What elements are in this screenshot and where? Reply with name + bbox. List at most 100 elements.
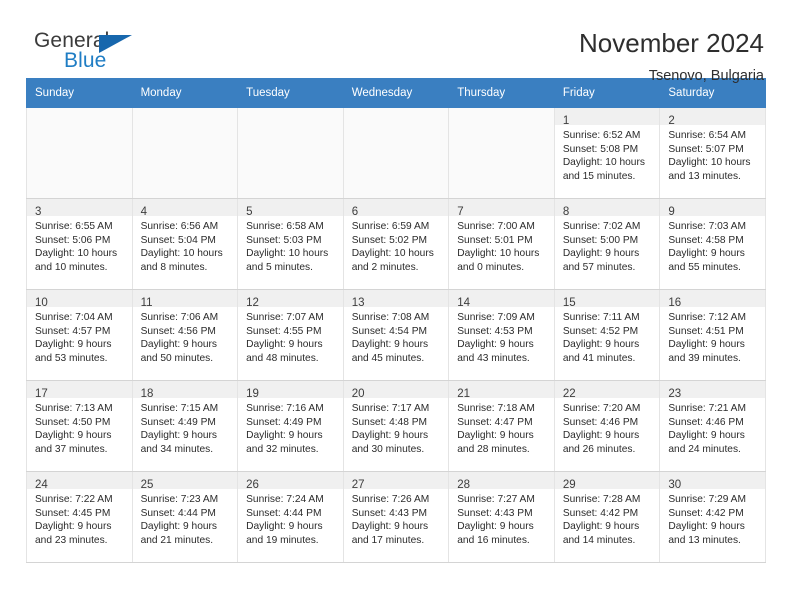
calendar-day-cell[interactable]: 14 Sunrise: 7:09 AM Sunset: 4:53 PM Dayligh… [448, 289, 555, 381]
day-number-bar: 23 [660, 381, 765, 400]
sunset-time: Sunset: 4:49 PM [246, 416, 322, 428]
calendar-day-cell[interactable]: 4 Sunrise: 6:56 AM Sunset: 5:04 PM Daylight… [131, 198, 239, 290]
calendar-day-cell[interactable]: 5 Sunrise: 6:58 AM Sunset: 5:03 PM Daylight… [237, 198, 344, 290]
day-details: Sunrise: 7:03 AM Sunset: 4:58 PM Daylight:… [660, 216, 765, 274]
logo-text-blue: Blue [64, 49, 107, 72]
calendar-day-cell[interactable]: 27 Sunrise: 7:26 AM Sunset: 4:43 PM Dayligh… [342, 471, 450, 563]
day-details: Sunrise: 7:23 AM Sunset: 4:44 PM Daylight:… [133, 489, 238, 547]
day-details: Sunrise: 7:00 AM Sunset: 5:01 PM Daylight:… [449, 216, 554, 274]
calendar-day-cell[interactable]: 8 Sunrise: 7:02 AM Sunset: 5:00 PM Daylight… [553, 198, 661, 290]
day-number: 21 [457, 388, 471, 400]
sunrise-time: Sunrise: 7:06 AM [140, 312, 219, 323]
calendar-day-cell[interactable]: 18 Sunrise: 7:15 AM Sunset: 4:49 PM Dayligh… [131, 380, 239, 472]
sunset-time: Sunset: 4:46 PM [668, 416, 744, 428]
calendar-day-cell[interactable]: 13 Sunrise: 7:08 AM Sunset: 4:54 PM Dayligh… [342, 289, 450, 381]
calendar-day-cell[interactable]: 22 Sunrise: 7:20 AM Sunset: 4:46 PM Dayligh… [553, 380, 661, 472]
daylight-duration-line2: and 13 minutes. [668, 170, 741, 182]
calendar-day-cell[interactable]: 30 Sunrise: 7:29 AM Sunset: 4:42 PM Dayligh… [659, 471, 766, 563]
daylight-duration-line1: Daylight: 9 hours [668, 521, 745, 533]
calendar-cell-empty [237, 107, 344, 199]
sunrise-time: Sunrise: 7:27 AM [457, 494, 535, 505]
day-number: 10 [35, 297, 48, 309]
day-number-bar: 10 [27, 290, 132, 309]
day-details: Sunrise: 7:13 AM Sunset: 4:50 PM Daylight:… [27, 398, 132, 456]
day-cell-content: 2 Sunrise: 6:54 AM Sunset: 5:07 PM Daylight… [660, 108, 765, 198]
sunset-time: Sunset: 4:48 PM [351, 416, 428, 428]
day-details: Sunrise: 7:17 AM Sunset: 4:48 PM Daylight:… [344, 398, 449, 456]
daylight-duration-line2: and 37 minutes. [35, 443, 108, 455]
sunset-time: Sunset: 4:45 PM [35, 507, 111, 519]
day-cell-content: 26 Sunrise: 7:24 AM Sunset: 4:44 PM Dayligh… [238, 472, 343, 562]
day-number: 22 [562, 388, 576, 400]
daylight-duration-line2: and 17 minutes. [351, 534, 425, 546]
day-number-bar: 27 [343, 472, 449, 491]
calendar-day-cell[interactable]: 28 Sunrise: 7:27 AM Sunset: 4:43 PM Dayligh… [448, 471, 555, 563]
daylight-duration-line1: Daylight: 10 hours [351, 248, 434, 260]
day-cell-content: 11 Sunrise: 7:06 AM Sunset: 4:56 PM Dayligh… [132, 290, 238, 380]
sunset-time: Sunset: 4:51 PM [668, 325, 744, 337]
day-number-bar: 9 [660, 199, 765, 218]
day-number-bar: 25 [132, 472, 238, 491]
calendar-day-cell[interactable]: 15 Sunrise: 7:11 AM Sunset: 4:52 PM Dayligh… [553, 289, 661, 381]
daylight-duration-line1: Daylight: 9 hours [668, 339, 745, 351]
calendar-day-cell[interactable]: 17 Sunrise: 7:13 AM Sunset: 4:50 PM Dayligh… [26, 380, 133, 472]
sunrise-time: Sunrise: 7:17 AM [351, 403, 430, 414]
empty-day [449, 108, 554, 198]
calendar-day-cell[interactable]: 9 Sunrise: 7:03 AM Sunset: 4:58 PM Daylight… [659, 198, 766, 290]
sunset-time: Sunset: 4:53 PM [457, 325, 533, 337]
calendar-week-row: 3 Sunrise: 6:55 AM Sunset: 5:06 PM Daylight… [26, 198, 766, 290]
day-cell-content: 30 Sunrise: 7:29 AM Sunset: 4:42 PM Dayligh… [660, 472, 765, 562]
calendar-day-cell[interactable]: 2 Sunrise: 6:54 AM Sunset: 5:07 PM Daylight… [659, 107, 766, 199]
calendar-day-cell[interactable]: 6 Sunrise: 6:59 AM Sunset: 5:02 PM Daylight… [342, 198, 450, 290]
day-number: 9 [668, 206, 675, 218]
day-details: Sunrise: 7:29 AM Sunset: 4:42 PM Daylight:… [660, 489, 765, 547]
sunrise-time: Sunrise: 7:23 AM [140, 494, 219, 505]
day-number-bar: 21 [449, 381, 554, 400]
day-number: 19 [246, 388, 259, 400]
daylight-duration-line1: Daylight: 9 hours [457, 339, 534, 351]
day-cell-content: 1 Sunrise: 6:52 AM Sunset: 5:08 PM Daylight… [554, 108, 660, 198]
title-block: November 2024 Tsenovo, Bulgaria [579, 28, 766, 86]
calendar-day-cell[interactable]: 25 Sunrise: 7:23 AM Sunset: 4:44 PM Dayligh… [131, 471, 239, 563]
day-number-bar: 1 [554, 108, 660, 127]
calendar-day-cell[interactable]: 20 Sunrise: 7:17 AM Sunset: 4:48 PM Dayligh… [342, 380, 450, 472]
daylight-duration-line2: and 21 minutes. [140, 534, 214, 546]
calendar-day-cell[interactable]: 19 Sunrise: 7:16 AM Sunset: 4:49 PM Dayligh… [237, 380, 344, 472]
daylight-duration-line2: and 43 minutes. [457, 352, 530, 364]
day-cell-content: 20 Sunrise: 7:17 AM Sunset: 4:48 PM Dayligh… [343, 381, 449, 471]
day-number: 26 [246, 479, 259, 491]
calendar-week-row: 24 Sunrise: 7:22 AM Sunset: 4:45 PM Dayligh… [26, 471, 766, 563]
calendar-day-cell[interactable]: 16 Sunrise: 7:12 AM Sunset: 4:51 PM Dayligh… [659, 289, 766, 381]
day-cell-content: 14 Sunrise: 7:09 AM Sunset: 4:53 PM Dayligh… [449, 290, 554, 380]
calendar-day-cell[interactable]: 21 Sunrise: 7:18 AM Sunset: 4:47 PM Dayligh… [448, 380, 555, 472]
daylight-duration-line2: and 28 minutes. [457, 443, 530, 455]
calendar-day-cell[interactable]: 7 Sunrise: 7:00 AM Sunset: 5:01 PM Daylight… [448, 198, 555, 290]
generalblue-logo[interactable]: General Blue [26, 28, 146, 80]
day-number: 18 [140, 388, 154, 400]
sunset-time: Sunset: 4:49 PM [140, 416, 216, 428]
calendar-day-cell[interactable]: 12 Sunrise: 7:07 AM Sunset: 4:55 PM Dayligh… [237, 289, 344, 381]
calendar-cell-empty [131, 107, 239, 199]
daylight-duration-line1: Daylight: 9 hours [562, 339, 640, 351]
calendar-day-cell[interactable]: 1 Sunrise: 6:52 AM Sunset: 5:08 PM Daylight… [553, 107, 661, 199]
day-details: Sunrise: 6:55 AM Sunset: 5:06 PM Daylight:… [27, 216, 132, 274]
sunset-time: Sunset: 4:56 PM [140, 325, 216, 337]
calendar-day-cell[interactable]: 10 Sunrise: 7:04 AM Sunset: 4:57 PM Dayligh… [26, 289, 133, 381]
day-details: Sunrise: 7:27 AM Sunset: 4:43 PM Daylight:… [449, 489, 554, 547]
day-number: 27 [351, 479, 365, 491]
weekday-header-thursday: Thursday [448, 78, 555, 108]
calendar-day-cell[interactable]: 26 Sunrise: 7:24 AM Sunset: 4:44 PM Dayligh… [237, 471, 344, 563]
day-cell-content: 28 Sunrise: 7:27 AM Sunset: 4:43 PM Dayligh… [449, 472, 554, 562]
calendar-day-cell[interactable]: 11 Sunrise: 7:06 AM Sunset: 4:56 PM Dayligh… [131, 289, 239, 381]
day-details: Sunrise: 7:08 AM Sunset: 4:54 PM Daylight:… [344, 307, 449, 365]
calendar-day-cell[interactable]: 29 Sunrise: 7:28 AM Sunset: 4:42 PM Dayligh… [553, 471, 661, 563]
calendar-day-cell[interactable]: 3 Sunrise: 6:55 AM Sunset: 5:06 PM Daylight… [26, 198, 133, 290]
daylight-duration-line2: and 24 minutes. [668, 443, 741, 455]
day-number-bar: 4 [132, 199, 238, 218]
calendar-day-cell[interactable]: 23 Sunrise: 7:21 AM Sunset: 4:46 PM Dayligh… [659, 380, 766, 472]
calendar-day-cell[interactable]: 24 Sunrise: 7:22 AM Sunset: 4:45 PM Dayligh… [26, 471, 133, 563]
sunrise-time: Sunrise: 7:04 AM [35, 312, 113, 323]
day-number-bar: 3 [27, 199, 132, 218]
day-number-bar: 15 [554, 290, 660, 309]
day-number-bar: 2 [660, 108, 765, 127]
